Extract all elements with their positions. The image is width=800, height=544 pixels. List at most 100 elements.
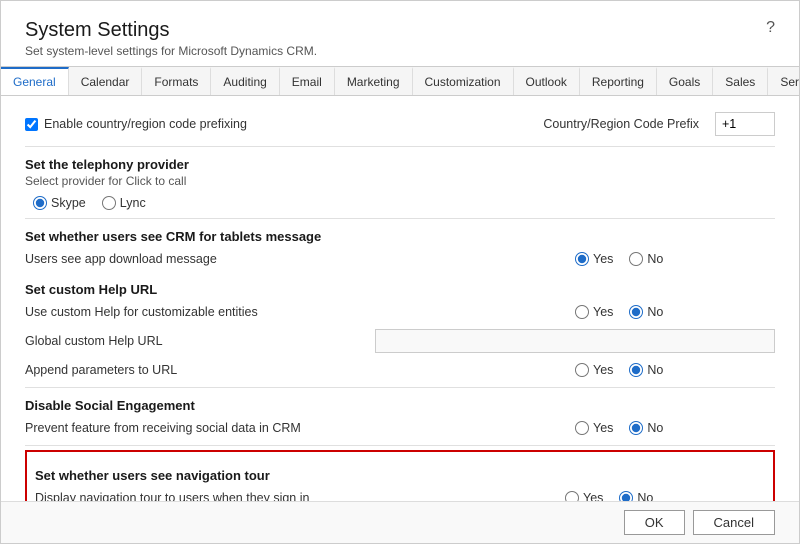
append-params-label: Append parameters to URL	[25, 363, 575, 377]
use-custom-no-option[interactable]: No	[629, 305, 663, 319]
help-icon[interactable]: ?	[766, 19, 775, 37]
append-yes-label: Yes	[593, 363, 613, 377]
use-custom-help-radio-group: Yes No	[575, 305, 775, 319]
skype-label: Skype	[51, 196, 86, 210]
social-radio-group: Yes No	[575, 421, 775, 435]
cancel-button[interactable]: Cancel	[693, 510, 775, 535]
country-prefix-control: Country/Region Code Prefix	[543, 112, 775, 136]
tab-customization[interactable]: Customization	[413, 67, 514, 95]
global-url-row: Global custom Help URL	[25, 325, 775, 357]
dialog-footer: OK Cancel	[1, 501, 799, 543]
tab-sales[interactable]: Sales	[713, 67, 768, 95]
nav-tour-no-label: No	[637, 491, 653, 501]
prefix-text-label: Country/Region Code Prefix	[543, 117, 699, 131]
use-custom-help-row: Use custom Help for customizable entitie…	[25, 299, 775, 325]
social-row-label: Prevent feature from receiving social da…	[25, 421, 575, 435]
prefix-input[interactable]	[715, 112, 775, 136]
lync-label: Lync	[120, 196, 146, 210]
lync-option[interactable]: Lync	[102, 196, 146, 210]
divider-3	[25, 387, 775, 388]
use-custom-yes-radio[interactable]	[575, 305, 589, 319]
telephony-title: Set the telephony provider	[25, 157, 775, 172]
nav-tour-yes-radio[interactable]	[565, 491, 579, 501]
tab-email[interactable]: Email	[280, 67, 335, 95]
nav-tour-no-option[interactable]: No	[619, 491, 653, 501]
tablets-title: Set whether users see CRM for tablets me…	[25, 229, 775, 244]
header-text: System Settings Set system-level setting…	[25, 19, 317, 58]
tab-auditing[interactable]: Auditing	[211, 67, 279, 95]
country-prefix-label: Enable country/region code prefixing	[44, 117, 247, 131]
use-custom-no-radio[interactable]	[629, 305, 643, 319]
use-custom-no-label: No	[647, 305, 663, 319]
content-area: Enable country/region code prefixing Cou…	[1, 96, 799, 501]
tablets-row-label: Users see app download message	[25, 252, 575, 266]
custom-help-section: Set custom Help URL Use custom Help for …	[25, 282, 775, 383]
dialog-title: System Settings	[25, 19, 317, 42]
social-yes-radio[interactable]	[575, 421, 589, 435]
append-no-label: No	[647, 363, 663, 377]
tablets-no-option[interactable]: No	[629, 252, 663, 266]
skype-radio[interactable]	[33, 196, 47, 210]
telephony-section: Set the telephony provider Select provid…	[25, 157, 775, 214]
tablets-yes-option[interactable]: Yes	[575, 252, 613, 266]
social-row: Prevent feature from receiving social da…	[25, 415, 775, 441]
tablets-no-label: No	[647, 252, 663, 266]
nav-tour-title: Set whether users see navigation tour	[35, 468, 765, 483]
global-url-label: Global custom Help URL	[25, 334, 375, 348]
custom-help-title: Set custom Help URL	[25, 282, 775, 297]
country-prefix-row: Enable country/region code prefixing Cou…	[25, 106, 775, 142]
use-custom-yes-option[interactable]: Yes	[575, 305, 613, 319]
divider-2	[25, 218, 775, 219]
tablets-no-radio[interactable]	[629, 252, 643, 266]
tab-general[interactable]: General	[1, 67, 69, 95]
append-params-radio-group: Yes No	[575, 363, 775, 377]
tab-service[interactable]: Service	[768, 67, 799, 95]
tab-calendar[interactable]: Calendar	[69, 67, 143, 95]
skype-option[interactable]: Skype	[33, 196, 86, 210]
append-yes-radio[interactable]	[575, 363, 589, 377]
nav-tour-row-label: Display navigation tour to users when th…	[35, 491, 565, 501]
use-custom-help-label: Use custom Help for customizable entitie…	[25, 305, 575, 319]
social-yes-label: Yes	[593, 421, 613, 435]
append-no-option[interactable]: No	[629, 363, 663, 377]
country-prefix-checkbox[interactable]	[25, 118, 38, 131]
lync-radio[interactable]	[102, 196, 116, 210]
ok-button[interactable]: OK	[624, 510, 685, 535]
telephony-radio-group: Skype Lync	[25, 192, 775, 214]
nav-tour-yes-label: Yes	[583, 491, 603, 501]
tab-reporting[interactable]: Reporting	[580, 67, 657, 95]
divider-4	[25, 445, 775, 446]
country-prefix-checkbox-group: Enable country/region code prefixing	[25, 117, 247, 131]
nav-tour-no-radio[interactable]	[619, 491, 633, 501]
nav-tour-section: Set whether users see navigation tour Di…	[25, 450, 775, 501]
append-no-radio[interactable]	[629, 363, 643, 377]
dialog-header: System Settings Set system-level setting…	[1, 1, 799, 66]
tablets-row: Users see app download message Yes No	[25, 246, 775, 272]
social-no-option[interactable]: No	[629, 421, 663, 435]
global-url-input[interactable]	[375, 329, 775, 353]
tab-marketing[interactable]: Marketing	[335, 67, 413, 95]
divider-1	[25, 146, 775, 147]
nav-tour-yes-option[interactable]: Yes	[565, 491, 603, 501]
tablets-yes-radio[interactable]	[575, 252, 589, 266]
tablets-section: Set whether users see CRM for tablets me…	[25, 229, 775, 272]
telephony-desc: Select provider for Click to call	[25, 174, 775, 188]
tab-formats[interactable]: Formats	[142, 67, 211, 95]
append-params-row: Append parameters to URL Yes No	[25, 357, 775, 383]
nav-tour-radio-group: Yes No	[565, 491, 765, 501]
social-yes-option[interactable]: Yes	[575, 421, 613, 435]
social-no-radio[interactable]	[629, 421, 643, 435]
dialog-container: System Settings Set system-level setting…	[0, 0, 800, 544]
tab-outlook[interactable]: Outlook	[514, 67, 580, 95]
tab-goals[interactable]: Goals	[657, 67, 713, 95]
social-no-label: No	[647, 421, 663, 435]
use-custom-yes-label: Yes	[593, 305, 613, 319]
tablets-yes-label: Yes	[593, 252, 613, 266]
social-title: Disable Social Engagement	[25, 398, 775, 413]
nav-tour-row: Display navigation tour to users when th…	[35, 485, 765, 501]
global-url-control	[375, 329, 775, 353]
tabs-container: General Calendar Formats Auditing Email …	[1, 66, 799, 96]
social-section: Disable Social Engagement Prevent featur…	[25, 398, 775, 441]
append-yes-option[interactable]: Yes	[575, 363, 613, 377]
dialog-subtitle: Set system-level settings for Microsoft …	[25, 44, 317, 58]
